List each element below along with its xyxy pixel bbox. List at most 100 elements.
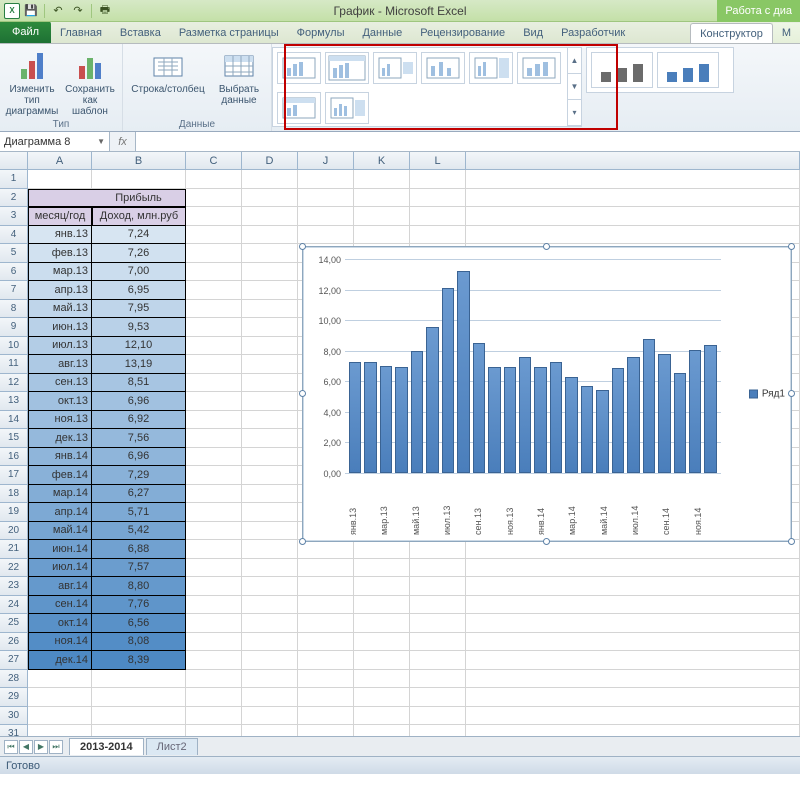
chart-bar[interactable] (380, 366, 392, 473)
row-header[interactable]: 29 (0, 688, 28, 707)
row-header[interactable]: 13 (0, 392, 28, 411)
layout-tile[interactable] (469, 52, 513, 84)
file-tab[interactable]: Файл (0, 21, 51, 43)
cell[interactable] (242, 670, 298, 689)
cell[interactable] (242, 466, 298, 485)
row-header[interactable]: 4 (0, 226, 28, 245)
cell[interactable]: янв.14 (28, 448, 92, 467)
layout-tile[interactable] (325, 92, 369, 124)
select-data-button[interactable]: Выбрать данные (213, 46, 265, 106)
row-header[interactable]: 22 (0, 559, 28, 578)
cell[interactable] (354, 170, 410, 189)
cell[interactable] (186, 670, 242, 689)
chart-bar[interactable] (395, 367, 407, 473)
cell[interactable] (354, 559, 410, 578)
row-header[interactable]: 24 (0, 596, 28, 615)
cell[interactable]: апр.13 (28, 281, 92, 300)
cell[interactable]: 8,39 (92, 651, 186, 670)
cell[interactable] (28, 688, 92, 707)
cell[interactable]: дек.14 (28, 651, 92, 670)
row-header[interactable]: 2 (0, 189, 28, 208)
tab-developer[interactable]: Разработчик (552, 23, 634, 43)
cell[interactable]: июн.13 (28, 318, 92, 337)
cell[interactable] (298, 688, 354, 707)
cell[interactable] (186, 392, 242, 411)
cell[interactable] (242, 300, 298, 319)
cell[interactable] (410, 540, 466, 559)
chart-bar[interactable] (581, 386, 593, 473)
row-header[interactable]: 14 (0, 411, 28, 430)
chevron-down-icon[interactable]: ▼ (97, 137, 105, 146)
cell[interactable] (242, 281, 298, 300)
cell[interactable]: 8,51 (92, 374, 186, 393)
cell[interactable] (298, 189, 354, 208)
cell[interactable] (186, 429, 242, 448)
tab-home[interactable]: Главная (51, 23, 111, 43)
cell[interactable]: 6,88 (92, 540, 186, 559)
cell[interactable] (354, 614, 410, 633)
row-header[interactable]: 18 (0, 485, 28, 504)
cell[interactable] (242, 614, 298, 633)
cell[interactable] (186, 503, 242, 522)
sheet-tab-other[interactable]: Лист2 (146, 738, 198, 755)
cell[interactable] (410, 226, 466, 245)
cell[interactable] (298, 540, 354, 559)
style-tile[interactable] (591, 52, 653, 88)
cell[interactable] (242, 540, 298, 559)
cell[interactable]: 6,96 (92, 448, 186, 467)
row-header[interactable]: 21 (0, 540, 28, 559)
name-box[interactable]: Диаграмма 8 ▼ (0, 132, 110, 151)
cell[interactable]: Доход, млн.руб (92, 207, 186, 226)
tab-chart-more[interactable]: М (773, 23, 800, 43)
cell[interactable]: авг.14 (28, 577, 92, 596)
cell[interactable]: май.14 (28, 522, 92, 541)
sheet-tab-active[interactable]: 2013-2014 (69, 738, 144, 755)
qat-undo-icon[interactable]: ↶ (49, 2, 67, 20)
cell[interactable]: 6,27 (92, 485, 186, 504)
cell[interactable] (242, 392, 298, 411)
row-header[interactable]: 27 (0, 651, 28, 670)
cell[interactable] (186, 170, 242, 189)
cell[interactable] (354, 670, 410, 689)
chart-bar[interactable] (674, 373, 686, 473)
cell[interactable] (410, 207, 466, 226)
chart-bar[interactable] (704, 345, 716, 473)
cell[interactable] (242, 189, 298, 208)
fx-icon[interactable]: fx (110, 132, 136, 151)
chart-bar[interactable] (442, 288, 454, 473)
row-header[interactable]: 25 (0, 614, 28, 633)
row-header[interactable]: 20 (0, 522, 28, 541)
cell[interactable]: 5,71 (92, 503, 186, 522)
cell[interactable] (186, 263, 242, 282)
cell[interactable] (242, 244, 298, 263)
cell[interactable]: 6,95 (92, 281, 186, 300)
cell[interactable] (354, 189, 410, 208)
chart-bar[interactable] (349, 362, 361, 473)
cell[interactable] (298, 670, 354, 689)
cell[interactable]: фев.13 (28, 244, 92, 263)
cell[interactable]: 6,92 (92, 411, 186, 430)
tab-insert[interactable]: Вставка (111, 23, 170, 43)
cell[interactable]: апр.14 (28, 503, 92, 522)
cell[interactable] (298, 559, 354, 578)
cell[interactable]: дек.13 (28, 429, 92, 448)
layout-tile[interactable] (277, 52, 321, 84)
qat-redo-icon[interactable]: ↷ (69, 2, 87, 20)
cell[interactable] (410, 170, 466, 189)
cell[interactable]: 9,53 (92, 318, 186, 337)
cell[interactable] (92, 170, 186, 189)
column-header[interactable]: C (186, 152, 242, 169)
cell[interactable] (186, 189, 242, 208)
cell[interactable]: месяц/год (28, 207, 92, 226)
cell[interactable] (242, 448, 298, 467)
cell[interactable]: авг.13 (28, 355, 92, 374)
cell[interactable] (298, 226, 354, 245)
chart-bar[interactable] (627, 357, 639, 473)
cell[interactable] (186, 337, 242, 356)
cell[interactable] (92, 688, 186, 707)
cell[interactable]: 7,00 (92, 263, 186, 282)
cell[interactable]: 7,95 (92, 300, 186, 319)
tab-data[interactable]: Данные (353, 23, 411, 43)
sheet-nav-next-icon[interactable]: ▶ (34, 740, 48, 754)
row-header[interactable]: 9 (0, 318, 28, 337)
